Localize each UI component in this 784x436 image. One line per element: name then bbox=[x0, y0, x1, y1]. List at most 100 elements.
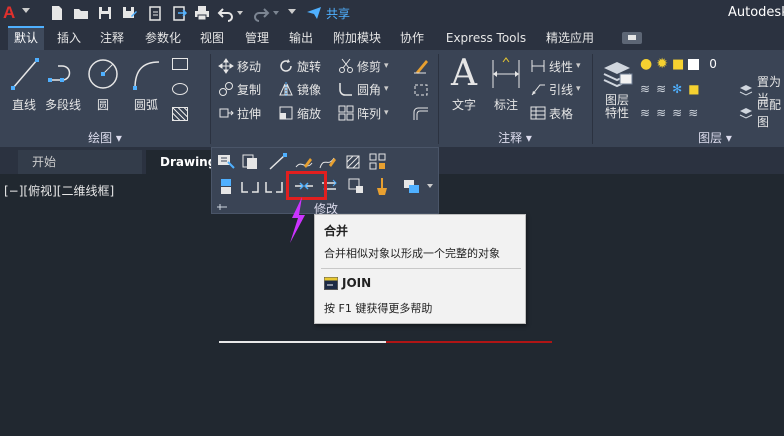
more-tools-dropdown-icon[interactable] bbox=[427, 184, 433, 188]
share-icon bbox=[307, 7, 321, 19]
tab-annotate[interactable]: 注释 bbox=[96, 26, 128, 50]
array-label: 阵列 bbox=[357, 106, 382, 121]
layer-properties-button[interactable]: 图层 特性 bbox=[597, 54, 637, 124]
lengthen-icon[interactable] bbox=[268, 152, 288, 172]
doc-tab-start[interactable]: 开始 bbox=[18, 150, 142, 174]
print-icon[interactable] bbox=[193, 4, 211, 22]
doc-tab-drawing[interactable]: Drawing1 bbox=[146, 150, 216, 174]
undo-dropdown-icon[interactable] bbox=[237, 11, 243, 15]
undo-icon[interactable] bbox=[217, 4, 235, 22]
match-layer-button[interactable]: 匹配图 bbox=[738, 98, 784, 129]
app-logo[interactable]: A bbox=[3, 3, 21, 23]
leader-dropdown-icon[interactable]: ▾ bbox=[576, 84, 581, 94]
set-by-layer-icon[interactable] bbox=[402, 176, 422, 196]
tab-addins[interactable]: 附加模块 bbox=[329, 26, 385, 50]
tab-express-tools[interactable]: Express Tools bbox=[441, 26, 531, 50]
new-file-icon[interactable] bbox=[48, 4, 66, 22]
fillet-button[interactable]: 圆角 ▾ bbox=[338, 78, 389, 100]
arc-label: 圆弧 bbox=[133, 98, 158, 112]
erase-icon[interactable] bbox=[412, 58, 430, 74]
save-icon[interactable] bbox=[96, 4, 114, 22]
tab-featured-apps[interactable]: 精选应用 bbox=[542, 26, 598, 50]
tab-insert[interactable]: 插入 bbox=[53, 26, 85, 50]
polyline-button[interactable]: 多段线 bbox=[43, 54, 83, 124]
fillet-dropdown-icon[interactable]: ▾ bbox=[384, 84, 389, 94]
copy-clip-icon[interactable] bbox=[240, 152, 260, 172]
draw-panel-title[interactable]: 绘图 ▾ bbox=[60, 129, 150, 147]
arc-icon bbox=[133, 61, 160, 90]
drawn-line-white[interactable] bbox=[219, 341, 386, 343]
leader-button[interactable]: 引线 ▾ bbox=[530, 78, 581, 100]
tab-view[interactable]: 视图 bbox=[196, 26, 228, 50]
layer-walk-icon[interactable]: ≋ bbox=[688, 106, 698, 126]
circle-button[interactable]: 圆 bbox=[86, 54, 120, 124]
rectangle-icon[interactable] bbox=[172, 58, 188, 70]
app-menu-chevron-icon[interactable] bbox=[22, 8, 30, 13]
edit-spline-icon[interactable] bbox=[318, 152, 338, 172]
scale-button[interactable]: 缩放 bbox=[278, 102, 321, 124]
layer-tools-row-2: ≋ ≋ ≋ ≋ bbox=[640, 106, 740, 126]
tab-default[interactable]: 默认 bbox=[8, 26, 44, 50]
copy-button[interactable]: 复制 bbox=[218, 78, 261, 100]
layer-lock-icon[interactable]: ■ bbox=[688, 82, 699, 102]
viewport-controls[interactable]: [−][俯视][二维线框] bbox=[4, 182, 114, 199]
layer-freeze-icon[interactable]: ✻ bbox=[672, 82, 682, 102]
trim-dropdown-icon[interactable]: ▾ bbox=[384, 61, 389, 71]
break-icon[interactable] bbox=[264, 176, 284, 196]
drawn-line-red[interactable] bbox=[386, 341, 552, 343]
mirror-label: 镜像 bbox=[297, 82, 322, 97]
pin-panel-icon[interactable] bbox=[216, 201, 228, 211]
break-at-point-icon[interactable] bbox=[240, 176, 260, 196]
table-button[interactable]: 表格 bbox=[530, 102, 573, 124]
share-button[interactable]: 共享 bbox=[306, 3, 350, 23]
arc-button[interactable]: 圆弧 bbox=[127, 54, 165, 124]
ribbon-minimize-toggle[interactable] bbox=[622, 32, 642, 44]
rotate-button[interactable]: 旋转 bbox=[278, 55, 321, 77]
tab-parametric[interactable]: 参数化 bbox=[140, 26, 186, 50]
trim-button[interactable]: 修剪 ▾ bbox=[338, 55, 389, 77]
layer-unisolate-icon[interactable]: ≋ bbox=[672, 106, 682, 126]
tab-output[interactable]: 输出 bbox=[285, 26, 317, 50]
edit-hatch-icon[interactable] bbox=[344, 152, 364, 172]
hatch-icon[interactable] bbox=[172, 107, 188, 121]
tab-manage[interactable]: 管理 bbox=[240, 26, 274, 50]
match-properties-icon[interactable] bbox=[216, 152, 236, 172]
text-button[interactable]: A 文字 bbox=[446, 54, 482, 124]
line-button[interactable]: 直线 bbox=[6, 54, 42, 124]
annotation-panel-title[interactable]: 注释 ▾ bbox=[470, 129, 560, 147]
redo-dropdown-icon[interactable] bbox=[273, 11, 279, 15]
layer-off-icon[interactable]: ≋ bbox=[640, 82, 650, 102]
edit-block-icon[interactable] bbox=[346, 176, 366, 196]
dimension-button[interactable]: 标注 bbox=[487, 54, 525, 124]
pointer-arrow bbox=[288, 196, 308, 247]
linear-dim-button[interactable]: 线性 ▾ bbox=[530, 55, 581, 77]
move-label: 移动 bbox=[237, 59, 262, 74]
move-button[interactable]: 移动 bbox=[218, 55, 261, 77]
mirror-button[interactable]: 镜像 bbox=[278, 78, 321, 100]
layer-previous-icon[interactable]: ≋ bbox=[656, 106, 666, 126]
customize-dropdown-icon[interactable] bbox=[288, 9, 296, 14]
save-as-icon[interactable] bbox=[120, 4, 138, 22]
layer-panel-title[interactable]: 图层 ▾ bbox=[680, 129, 750, 147]
array-button[interactable]: 阵列 ▾ bbox=[338, 102, 389, 124]
draw-order-icon[interactable] bbox=[216, 176, 236, 196]
redo-icon[interactable] bbox=[252, 4, 270, 22]
layer-match-icon[interactable]: ≋ bbox=[640, 106, 650, 126]
stretch-button[interactable]: 拉伸 bbox=[218, 102, 261, 124]
import-icon[interactable] bbox=[146, 4, 164, 22]
make-current-icon bbox=[739, 85, 753, 96]
tab-collaborate[interactable]: 协作 bbox=[396, 26, 428, 50]
layer-isolate-icon[interactable]: ≋ bbox=[656, 82, 666, 102]
edit-polyline-icon[interactable] bbox=[294, 152, 314, 172]
offset-icon[interactable] bbox=[412, 106, 430, 122]
purge-icon[interactable] bbox=[372, 176, 392, 196]
ellipse-icon[interactable] bbox=[172, 83, 188, 95]
export-icon[interactable] bbox=[170, 4, 188, 22]
layer-dropdown[interactable]: ● ✹ ■ 0 bbox=[640, 54, 784, 74]
edit-array-icon[interactable] bbox=[368, 152, 388, 172]
stretch-icon bbox=[219, 108, 234, 118]
explode-icon[interactable] bbox=[412, 82, 430, 98]
open-folder-icon[interactable] bbox=[72, 4, 90, 22]
linear-dim-dropdown-icon[interactable]: ▾ bbox=[576, 61, 581, 71]
array-dropdown-icon[interactable]: ▾ bbox=[384, 108, 389, 118]
